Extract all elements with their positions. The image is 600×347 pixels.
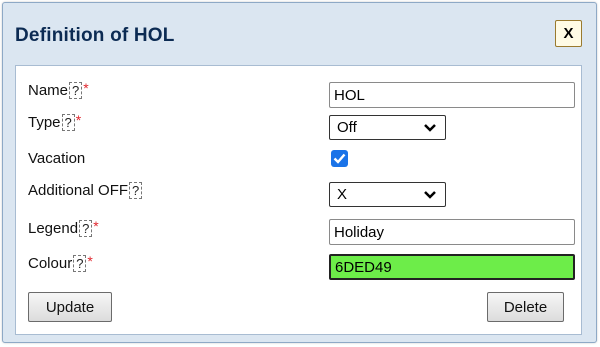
dialog-titlebar: Definition of HOL X bbox=[3, 3, 596, 61]
additional-off-label-row: Additional OFF ? bbox=[28, 179, 143, 201]
colour-input[interactable] bbox=[329, 254, 575, 280]
additional-off-label: Additional OFF bbox=[28, 181, 129, 199]
type-label: Type bbox=[28, 113, 61, 131]
dialog-title: Definition of HOL bbox=[15, 25, 175, 46]
update-button[interactable]: Update bbox=[28, 292, 112, 322]
colour-label: Colour bbox=[28, 254, 73, 272]
close-button[interactable]: X bbox=[555, 20, 582, 47]
vacation-label-row: Vacation bbox=[28, 147, 85, 169]
colour-label-row: Colour ? * bbox=[28, 252, 93, 274]
checkmark-icon bbox=[333, 153, 346, 164]
vacation-label: Vacation bbox=[28, 149, 86, 167]
legend-label-row: Legend ? * bbox=[28, 217, 99, 239]
legend-required-mark: * bbox=[93, 218, 99, 234]
type-required-mark: * bbox=[75, 112, 82, 128]
dialog-content: Name ? * Type ? * Off Vacation Ad bbox=[15, 65, 582, 335]
colour-required-mark: * bbox=[87, 253, 93, 269]
additional-off-help-icon[interactable]: ? bbox=[129, 181, 143, 199]
chevron-down-icon bbox=[424, 123, 436, 132]
definition-dialog: Definition of HOL X Name ? * Type ? * Of… bbox=[2, 2, 597, 343]
vacation-checkbox[interactable] bbox=[331, 150, 348, 167]
legend-help-icon[interactable]: ? bbox=[79, 219, 93, 237]
legend-label: Legend bbox=[28, 219, 79, 237]
colour-help-icon[interactable]: ? bbox=[73, 254, 87, 272]
type-select[interactable]: Off bbox=[329, 115, 446, 140]
name-input[interactable] bbox=[329, 82, 575, 108]
additional-off-select-value: X bbox=[337, 186, 348, 203]
type-help-icon[interactable]: ? bbox=[61, 113, 75, 131]
name-label: Name bbox=[28, 81, 69, 99]
type-select-value: Off bbox=[337, 119, 357, 136]
name-label-row: Name ? * bbox=[28, 79, 89, 101]
name-required-mark: * bbox=[83, 80, 89, 96]
chevron-down-icon bbox=[424, 190, 436, 199]
additional-off-select[interactable]: X bbox=[329, 182, 446, 207]
name-help-icon[interactable]: ? bbox=[69, 81, 83, 99]
legend-input[interactable] bbox=[329, 219, 575, 245]
type-label-row: Type ? * bbox=[28, 111, 81, 133]
delete-button[interactable]: Delete bbox=[487, 292, 564, 322]
